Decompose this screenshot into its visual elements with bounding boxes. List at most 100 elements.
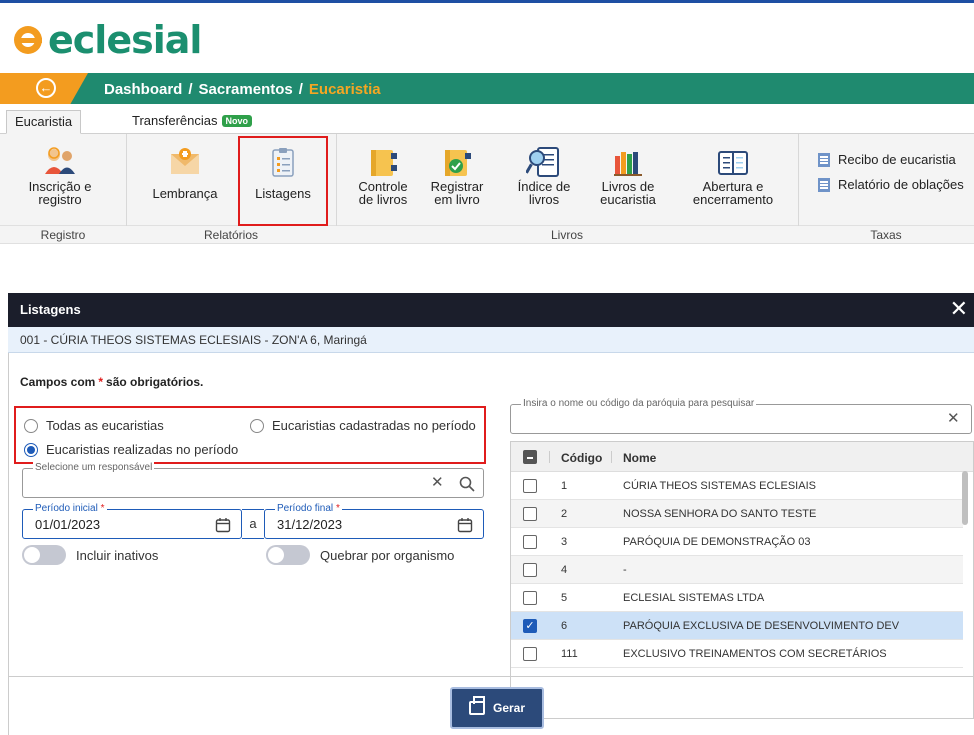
row-nome: - (623, 564, 627, 576)
periodo-inicial-value: 01/01/2023 (35, 517, 101, 532)
table-row[interactable]: 4- (511, 556, 963, 584)
row-nome: PARÓQUIA DE DEMONSTRAÇÃO 03 (623, 536, 811, 548)
row-checkbox[interactable] (523, 479, 537, 493)
close-icon[interactable]: ✕ (950, 297, 968, 321)
ribbon-toolbar: Inscrição e registro Lembrança Listagens … (0, 134, 974, 226)
table-row-selected[interactable]: ✓ 6 PARÓQUIA EXCLUSIVA DE DESENVOLVIMENTO … (511, 612, 963, 640)
legend-text: Período inicial (35, 503, 98, 514)
row-checkbox[interactable] (523, 507, 537, 521)
modal-subtitle: 001 - CÚRIA THEOS SISTEMAS ECLESIAIS - Z… (20, 333, 367, 347)
app-logo[interactable]: eclesial (14, 18, 202, 62)
row-checkbox-checked[interactable]: ✓ (523, 619, 537, 633)
controle-livros-button[interactable]: Controle de livros (348, 138, 418, 224)
breadcrumb-current: Eucaristia (308, 81, 381, 98)
tab-eucaristia[interactable]: Eucaristia (6, 110, 82, 134)
radio-realizadas-periodo[interactable]: Eucaristias realizadas no período (24, 442, 238, 457)
tab-transferencias[interactable]: Transferências Novo (124, 110, 260, 134)
calendar-icon[interactable] (215, 517, 231, 533)
back-arrow-icon[interactable]: ← (36, 78, 56, 98)
breadcrumb-item[interactable]: Sacramentos (199, 81, 293, 98)
periodo-inicial-field[interactable]: Período inicial * 01/01/2023 (22, 503, 242, 539)
modal-title: Listagens (20, 302, 81, 317)
legend-text: Período final (277, 503, 334, 514)
radio-cadastradas-periodo[interactable]: Eucaristias cadastradas no período (250, 418, 476, 433)
row-nome: NOSSA SENHORA DO SANTO TESTE (623, 508, 817, 520)
row-codigo: 5 (561, 592, 568, 604)
quebrar-organismo-toggle[interactable]: Quebrar por organismo (266, 545, 454, 565)
table-scrollbar[interactable] (962, 471, 968, 525)
button-label: de livros (358, 192, 408, 207)
periodo-final-field[interactable]: Período final * 31/12/2023 (264, 503, 484, 539)
table-row[interactable]: 5 ECLESIAL SISTEMAS LTDA (511, 584, 963, 612)
button-label: registro (38, 192, 82, 207)
button-label: eucaristia (600, 192, 656, 207)
livros-eucaristia-button[interactable]: Livros de eucaristia (592, 138, 664, 224)
breadcrumb-item[interactable]: Dashboard (104, 81, 182, 98)
tab-label: Transferências (132, 113, 218, 128)
radio-label: Eucaristias cadastradas no período (272, 418, 476, 433)
row-checkbox[interactable] (523, 563, 537, 577)
top-accent-line (0, 0, 974, 3)
ribbon-group-labels: Registro Relatórios Livros Taxas (0, 226, 974, 244)
incluir-inativos-toggle[interactable]: Incluir inativos (22, 545, 158, 565)
gerar-button[interactable]: Gerar (450, 687, 544, 729)
modal-header: Listagens ✕ (8, 293, 974, 327)
table-row[interactable]: 111 EXCLUSIVO TREINAMENTOS COM SECRETÁRIO… (511, 640, 963, 668)
table-row[interactable]: 2 NOSSA SENHORA DO SANTO TESTE (511, 500, 963, 528)
inscricao-registro-button[interactable]: Inscrição e registro (10, 138, 110, 224)
paroquia-search-input[interactable]: Insira o nome ou código da paróquia para… (510, 398, 972, 434)
listagens-button[interactable]: Listagens (240, 138, 326, 224)
group-label-registro: Registro (40, 228, 86, 242)
table-row[interactable]: 1 CÚRIA THEOS SISTEMAS ECLESIAIS (511, 472, 963, 500)
group-label-relatorios: Relatórios (203, 228, 259, 242)
group-label-livros: Livros (550, 228, 583, 242)
breadcrumb-separator: / (188, 81, 193, 98)
breadcrumb: Dashboard / Sacramentos / Eucaristia (104, 81, 381, 98)
row-codigo: 6 (561, 620, 568, 632)
row-checkbox[interactable] (523, 591, 537, 605)
row-nome: EXCLUSIVO TREINAMENTOS COM SECRETÁRIOS (623, 648, 887, 660)
button-label: Listagens (255, 185, 311, 201)
row-codigo: 4 (561, 564, 568, 576)
footer-divider (8, 676, 974, 677)
modal-subtitle-bar: 001 - CÚRIA THEOS SISTEMAS ECLESIAIS - Z… (8, 327, 974, 353)
note-text: são obrigatórios. (106, 375, 204, 389)
clear-icon[interactable]: ✕ (947, 411, 960, 427)
gerar-label: Gerar (492, 701, 526, 715)
row-nome: PARÓQUIA EXCLUSIVA DE DESENVOLVIMENTO DE… (623, 620, 900, 632)
recibo-eucaristia-item[interactable]: Recibo de eucaristia (818, 152, 956, 167)
table-row[interactable]: 3 PARÓQUIA DE DEMONSTRAÇÃO 03 (511, 528, 963, 556)
clear-icon[interactable]: ✕ (431, 475, 444, 491)
logo-text: eclesial (48, 18, 202, 62)
column-divider (549, 451, 550, 463)
select-all-checkbox[interactable] (523, 450, 537, 464)
row-codigo: 111 (561, 648, 578, 660)
responsavel-select[interactable]: Selecione um responsável ✕ (22, 462, 484, 498)
paroquias-table: Código Nome 1 CÚRIA THEOS SISTEMAS ECLESI… (510, 441, 974, 719)
radio-todas-eucaristias[interactable]: Todas as eucaristias (24, 418, 164, 433)
abertura-encerramento-button[interactable]: Abertura e encerramento (680, 138, 786, 224)
search-icon[interactable] (459, 476, 475, 492)
row-checkbox[interactable] (523, 647, 537, 661)
modal-border (8, 353, 9, 735)
toggle-track (22, 545, 66, 565)
toggle-track (266, 545, 310, 565)
printer-icon (468, 696, 485, 715)
column-header-nome[interactable]: Nome (623, 451, 656, 465)
document-icon (818, 177, 830, 192)
row-nome: CÚRIA THEOS SISTEMAS ECLESIAIS (623, 480, 816, 492)
document-icon (818, 152, 830, 167)
row-checkbox[interactable] (523, 535, 537, 549)
button-label: Lembrança (152, 185, 218, 201)
radio-label: Eucaristias realizadas no período (46, 442, 239, 457)
row-codigo: 1 (561, 480, 568, 492)
table-header: Código Nome (511, 442, 973, 472)
row-codigo: 2 (561, 508, 568, 520)
calendar-icon[interactable] (457, 517, 473, 533)
column-header-codigo[interactable]: Código (561, 451, 602, 465)
relatorio-oblacoes-item[interactable]: Relatório de oblações (818, 177, 964, 192)
registrar-livro-button[interactable]: Registrar em livro (424, 138, 490, 224)
indice-livros-button[interactable]: Índice de livros (512, 138, 576, 224)
lembranca-button[interactable]: Lembrança (140, 138, 230, 224)
toggle-label: Incluir inativos (76, 547, 159, 563)
